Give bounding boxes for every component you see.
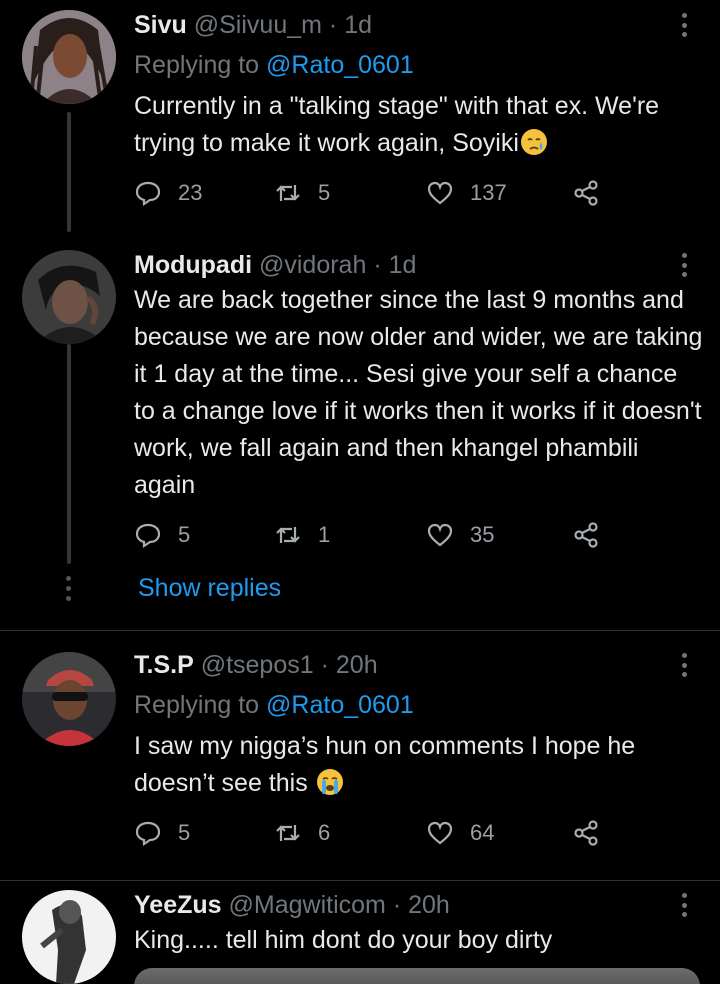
tweet-text: We are back together since the last 9 mo…	[134, 282, 704, 504]
tweet-tsp[interactable]: T.S.P @tsepos1 · 20h Replying to @Rato_0…	[0, 632, 720, 880]
retweet-count: 1	[318, 522, 331, 547]
avatar[interactable]	[22, 250, 116, 344]
avatar[interactable]	[22, 652, 116, 746]
like-button[interactable]: 35	[426, 518, 494, 552]
tweet-header: Sivu @Siivuu_m · 1d	[134, 10, 372, 40]
share-icon	[574, 180, 598, 206]
tweet-text-content: I saw my nigga’s hun on comments I hope …	[134, 732, 636, 797]
share-button[interactable]	[572, 176, 600, 210]
tweet-text-content: Currently in a "talking stage" with that…	[134, 92, 660, 157]
reply-icon	[135, 821, 161, 847]
replying-to: Replying to @Rato_0601	[134, 690, 414, 720]
reply-button[interactable]: 23	[134, 176, 202, 210]
separator: ·	[373, 251, 382, 279]
separator: ·	[392, 891, 402, 919]
replying-to-label: Replying to	[134, 51, 260, 79]
like-count: 137	[470, 180, 507, 205]
share-icon	[574, 522, 598, 548]
replying-to-label: Replying to	[134, 691, 260, 719]
mention-link[interactable]: @Rato_0601	[266, 51, 414, 79]
retweet-count: 5	[318, 180, 331, 205]
retweet-icon	[276, 185, 300, 201]
retweet-button[interactable]: 5	[274, 176, 330, 210]
user-handle[interactable]: @tsepos1	[201, 651, 314, 679]
separator: ·	[328, 11, 338, 39]
thread-continuation-dots	[66, 576, 72, 601]
like-count: 35	[470, 522, 495, 547]
thread-line	[67, 344, 71, 564]
timestamp[interactable]: 1d	[389, 251, 417, 279]
more-options-icon[interactable]	[674, 650, 694, 680]
user-handle[interactable]: @Magwiticom	[229, 891, 386, 919]
reply-icon	[135, 523, 161, 549]
more-options-icon[interactable]	[674, 250, 694, 280]
share-button[interactable]	[572, 816, 600, 850]
show-replies-link[interactable]: Show replies	[138, 574, 281, 603]
timestamp[interactable]: 1d	[344, 11, 372, 39]
heart-icon	[427, 821, 453, 845]
avatar[interactable]	[22, 890, 116, 984]
heart-icon	[427, 523, 453, 547]
retweet-icon	[276, 825, 300, 841]
tweet-text-content: We are back together since the last 9 mo…	[134, 286, 703, 499]
retweet-count: 6	[318, 820, 331, 845]
timestamp[interactable]: 20h	[408, 891, 450, 919]
divider	[0, 630, 720, 631]
retweet-icon	[276, 527, 300, 543]
tweet-actions: 23 5 137	[134, 176, 614, 210]
tweet-actions: 5 1 35	[134, 518, 614, 552]
retweet-button[interactable]: 6	[274, 816, 330, 850]
display-name[interactable]: Modupadi	[134, 251, 252, 279]
like-count: 64	[470, 820, 495, 845]
tweet-actions: 5 6 64	[134, 816, 614, 850]
retweet-button[interactable]: 1	[274, 518, 330, 552]
reply-count: 5	[178, 522, 191, 547]
thread-line	[67, 112, 71, 232]
display-name[interactable]: YeeZus	[134, 891, 222, 919]
replying-to: Replying to @Rato_0601	[134, 50, 414, 80]
tweet-text: Currently in a "talking stage" with that…	[134, 88, 704, 162]
reply-button[interactable]: 5	[134, 816, 190, 850]
more-options-icon[interactable]	[674, 890, 694, 920]
tweet-text: King..... tell him dont do your boy dirt…	[134, 922, 704, 959]
more-options-icon[interactable]	[674, 10, 694, 40]
reply-count: 5	[178, 820, 191, 845]
loudly-crying-face-emoji-icon	[316, 769, 343, 795]
reply-button[interactable]: 5	[134, 518, 190, 552]
display-name[interactable]: Sivu	[134, 11, 187, 39]
like-button[interactable]: 64	[426, 816, 494, 850]
reply-count: 23	[178, 180, 203, 205]
user-handle[interactable]: @vidorah	[259, 251, 366, 279]
tweet-modupadi[interactable]: Modupadi @vidorah · 1d We are back toget…	[0, 232, 720, 632]
tweet-header: YeeZus @Magwiticom · 20h	[134, 890, 450, 920]
mention-link[interactable]: @Rato_0601	[266, 691, 414, 719]
display-name[interactable]: T.S.P	[134, 651, 194, 679]
tweet-sivu[interactable]: Sivu @Siivuu_m · 1d Replying to @Rato_06…	[0, 0, 720, 232]
separator: ·	[320, 651, 329, 679]
tweet-header: T.S.P @tsepos1 · 20h	[134, 650, 378, 680]
like-button[interactable]: 137	[426, 176, 507, 210]
crying-face-emoji-icon	[520, 129, 547, 155]
reply-icon	[135, 181, 161, 207]
media-preview[interactable]	[134, 968, 700, 984]
avatar[interactable]	[22, 10, 116, 104]
timestamp[interactable]: 20h	[336, 651, 378, 679]
share-button[interactable]	[572, 518, 600, 552]
tweet-text: I saw my nigga’s hun on comments I hope …	[134, 728, 704, 802]
user-handle[interactable]: @Siivuu_m	[194, 11, 322, 39]
share-icon	[574, 820, 598, 846]
tweet-text-content: King..... tell him dont do your boy dirt…	[134, 926, 553, 954]
heart-icon	[427, 181, 453, 205]
tweet-header: Modupadi @vidorah · 1d	[134, 250, 416, 280]
